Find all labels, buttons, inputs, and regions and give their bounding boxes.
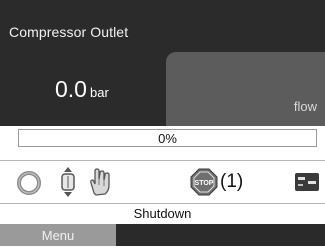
progress-text: 0% [158, 131, 177, 146]
panel-icon[interactable] [294, 172, 320, 197]
stepper-icon[interactable] [58, 166, 78, 203]
flow-area [166, 52, 325, 126]
hand-icon[interactable] [86, 167, 114, 202]
pressure-unit: bar [89, 85, 109, 100]
ring-icon[interactable] [16, 170, 42, 201]
menu-button[interactable]: Menu [0, 224, 116, 246]
flow-label: flow [293, 99, 317, 114]
stop-icon[interactable]: STOP [190, 168, 218, 201]
status-text: Shutdown [133, 206, 192, 221]
stop-icon-text: STOP [195, 180, 214, 187]
pressure-value: 0.0 [55, 76, 87, 102]
pressure-reading: 0.0 bar [55, 76, 109, 103]
icon-row: STOP (1) [0, 161, 325, 203]
progress-bar: 0% [18, 129, 317, 147]
stop-count: (1) [220, 171, 244, 192]
page-title: Compressor Outlet [9, 24, 129, 40]
